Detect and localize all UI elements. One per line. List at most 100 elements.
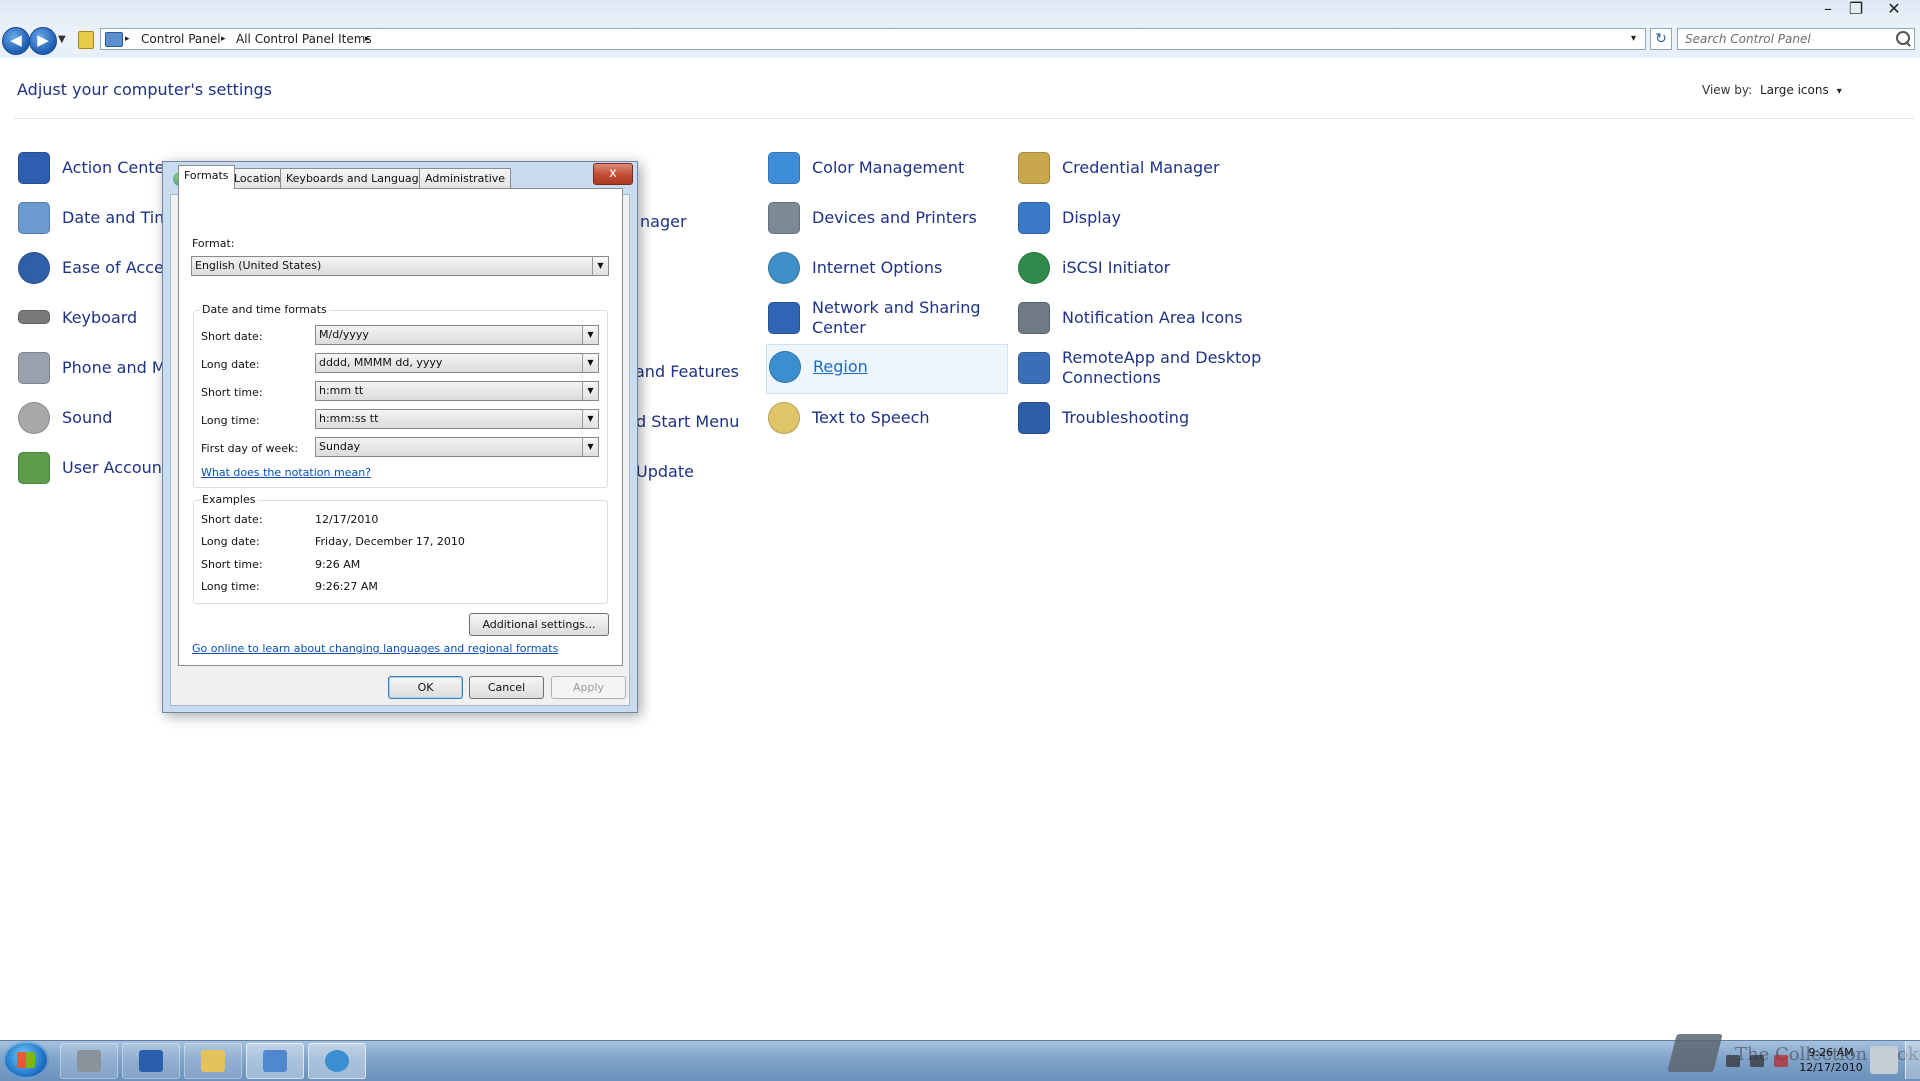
show-desktop-button[interactable] — [1905, 1041, 1920, 1079]
taskbar-powershell[interactable] — [122, 1043, 180, 1079]
cp-item-internet-options[interactable]: Internet Options — [768, 246, 1008, 292]
maximize-button[interactable]: ❐ — [1842, 0, 1870, 20]
search-icon[interactable] — [1896, 31, 1910, 45]
first-day-select[interactable]: Sunday ▼ — [315, 437, 599, 457]
cp-item-color-management[interactable]: Color Management — [768, 146, 1008, 192]
color-management-icon — [768, 152, 800, 184]
taskbar-server-manager[interactable] — [60, 1043, 118, 1079]
page-title: Adjust your computer's settings — [17, 80, 272, 99]
additional-settings-button[interactable]: Additional settings... — [469, 613, 609, 636]
close-window-button[interactable]: ✕ — [1880, 0, 1908, 20]
view-by-dropdown[interactable]: Large icons — [1760, 83, 1842, 97]
online-help-link[interactable]: Go online to learn about changing langua… — [192, 642, 558, 655]
example-short-date-label: Short date: — [201, 513, 263, 526]
chevron-down-icon: ▼ — [582, 354, 598, 372]
breadcrumb-control-panel[interactable]: Control Panel — [141, 29, 221, 49]
speaker-icon — [18, 402, 50, 434]
address-dropdown-icon[interactable]: ▾ — [1631, 29, 1636, 49]
cp-item-remoteapp[interactable]: RemoteApp and Desktop Connections — [1018, 346, 1278, 392]
remote-app-icon — [1018, 352, 1050, 384]
back-arrow-icon[interactable]: ◀ — [2, 27, 30, 55]
clock-date: 12/17/2010 — [1799, 1061, 1863, 1074]
forward-arrow-icon[interactable]: ▶ — [29, 27, 57, 55]
example-long-date-value: Friday, December 17, 2010 — [315, 535, 465, 548]
short-date-select[interactable]: M/d/yyyy ▼ — [315, 325, 599, 345]
clock[interactable]: 9:26 AM 12/17/2010 — [1795, 1045, 1867, 1075]
short-time-select[interactable]: h:mm tt ▼ — [315, 381, 599, 401]
globe-clock-icon — [769, 351, 801, 383]
cp-item-network-sharing[interactable]: Network and Sharing Center — [768, 296, 1008, 342]
tab-location[interactable]: Location — [228, 168, 287, 188]
long-date-select[interactable]: dddd, MMMM dd, yyyy ▼ — [315, 353, 599, 373]
user-tile-icon[interactable] — [1870, 1046, 1898, 1074]
cp-item-text-to-speech[interactable]: Text to Speech — [768, 396, 1008, 442]
refresh-icon[interactable]: ↻ — [1650, 28, 1672, 50]
minimize-button[interactable]: – — [1814, 0, 1842, 20]
breadcrumb-separator[interactable]: ▸ — [365, 29, 370, 49]
example-short-time-value: 9:26 AM — [315, 558, 361, 571]
users-icon — [18, 452, 50, 484]
cp-item-devices-printers[interactable]: Devices and Printers — [768, 196, 1008, 242]
search-input[interactable]: Search Control Panel — [1677, 28, 1915, 50]
monitor-icon — [1018, 202, 1050, 234]
volume-muted-icon[interactable] — [1774, 1055, 1788, 1067]
example-short-time-label: Short time: — [201, 558, 263, 571]
tab-administrative[interactable]: Administrative — [419, 168, 512, 188]
start-button[interactable] — [3, 1041, 49, 1079]
flag-icon[interactable] — [1726, 1055, 1740, 1067]
breadcrumb-all-items[interactable]: All Control Panel Items — [236, 29, 372, 49]
cp-item-credential-manager[interactable]: Credential Manager — [1018, 146, 1278, 192]
notification-icon — [1018, 302, 1050, 334]
item-label: Color Management — [812, 158, 965, 177]
cp-item-region[interactable]: Region — [766, 344, 1008, 394]
short-date-label: Short date: — [201, 330, 263, 343]
divider — [14, 118, 1914, 119]
calendar-icon — [18, 202, 50, 234]
taskbar-explorer[interactable] — [184, 1043, 242, 1079]
item-label: Update — [636, 462, 694, 481]
speech-icon — [768, 402, 800, 434]
ok-button[interactable]: OK — [388, 676, 463, 699]
group-title: Examples — [200, 493, 258, 506]
item-label: Credential Manager — [1062, 158, 1220, 177]
chevron-down-icon: ▼ — [582, 410, 598, 428]
cp-item-display[interactable]: Display — [1018, 196, 1278, 242]
tab-keyboards-languages[interactable]: Keyboards and Languages — [280, 168, 438, 188]
cp-item-troubleshooting[interactable]: Troubleshooting — [1018, 396, 1278, 442]
format-select[interactable]: English (United States) ▼ — [191, 256, 609, 276]
recent-pages-icon[interactable]: ▼ — [58, 34, 66, 45]
powershell-icon — [139, 1050, 163, 1072]
dialog-close-button[interactable]: x — [593, 163, 633, 185]
accessibility-icon — [18, 252, 50, 284]
network-icon[interactable] — [1750, 1055, 1764, 1067]
address-bar[interactable]: ▸ Control Panel ▸ All Control Panel Item… — [100, 28, 1646, 50]
chevron-down-icon: ▼ — [582, 382, 598, 400]
example-long-time-value: 9:26:27 AM — [315, 580, 378, 593]
apply-button[interactable]: Apply — [551, 676, 626, 699]
cp-item-notification-area-icons[interactable]: Notification Area Icons — [1018, 296, 1278, 342]
server-manager-icon — [77, 1050, 101, 1072]
breadcrumb-separator[interactable]: ▸ — [125, 29, 130, 49]
clock-time: 9:26 AM — [1808, 1046, 1854, 1059]
format-label: Format: — [192, 237, 235, 250]
example-long-date-label: Long date: — [201, 535, 260, 548]
taskbar-control-panel[interactable] — [246, 1043, 304, 1079]
item-label: Text to Speech — [812, 408, 930, 427]
cancel-button[interactable]: Cancel — [469, 676, 544, 699]
cp-item-iscsi-initiator[interactable]: iSCSI Initiator — [1018, 246, 1278, 292]
flag-icon — [18, 152, 50, 184]
group-title: Date and time formats — [200, 303, 329, 316]
printer-icon — [768, 202, 800, 234]
item-label: Network and Sharing Center — [812, 298, 981, 337]
tab-formats[interactable]: Formats — [178, 165, 235, 189]
globe-clock-icon — [325, 1050, 349, 1072]
notation-help-link[interactable]: What does the notation mean? — [201, 466, 371, 479]
up-folder-icon[interactable] — [78, 31, 94, 49]
item-label: Notification Area Icons — [1062, 308, 1243, 327]
folder-icon — [201, 1050, 225, 1072]
taskbar-region-language[interactable] — [308, 1043, 366, 1079]
long-time-select[interactable]: h:mm:ss tt ▼ — [315, 409, 599, 429]
breadcrumb-separator[interactable]: ▸ — [221, 29, 226, 49]
first-day-label: First day of week: — [201, 442, 299, 455]
control-panel-icon — [105, 32, 123, 47]
